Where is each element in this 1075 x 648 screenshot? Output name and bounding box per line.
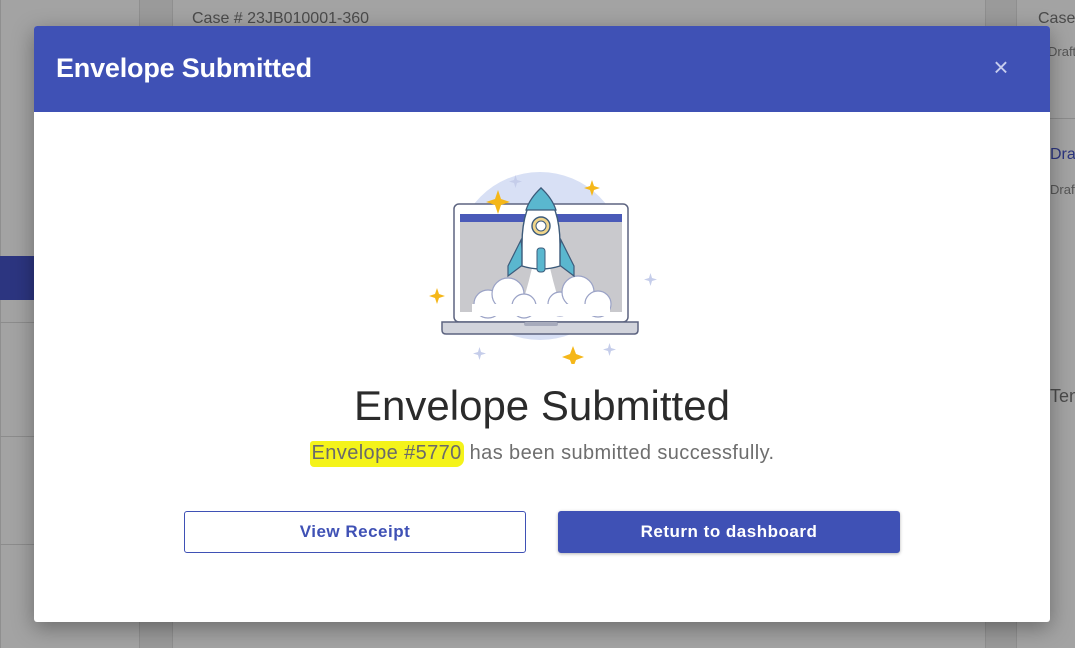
- rocket-launch-illustration: [429, 172, 657, 364]
- envelope-number: Envelope #5770: [309, 441, 464, 467]
- dialog-header: Envelope Submitted ×: [34, 26, 1050, 112]
- background-right-draft: Draft: [1050, 182, 1075, 197]
- success-message: Envelope #5770 has been submitted succes…: [34, 441, 1050, 467]
- success-message-text: has been submitted successfully.: [463, 442, 775, 464]
- envelope-submitted-dialog: Envelope Submitted × Envelope Submitted …: [34, 26, 1050, 622]
- background-right-draft-link: Draft: [1050, 146, 1075, 163]
- close-button[interactable]: ×: [986, 52, 1016, 82]
- view-receipt-button[interactable]: View Receipt: [184, 511, 526, 553]
- background-right-draft: Draft: [1048, 44, 1075, 59]
- laptop-notch: [524, 322, 558, 326]
- background-right-fragment: Ten: [1050, 386, 1075, 406]
- background-nav-highlight: [0, 256, 34, 300]
- success-headline: Envelope Submitted: [354, 382, 730, 429]
- cloud-base: [472, 304, 610, 316]
- return-to-dashboard-button[interactable]: Return to dashboard: [558, 511, 900, 553]
- dialog-title: Envelope Submitted: [56, 53, 312, 83]
- close-icon: ×: [993, 52, 1009, 82]
